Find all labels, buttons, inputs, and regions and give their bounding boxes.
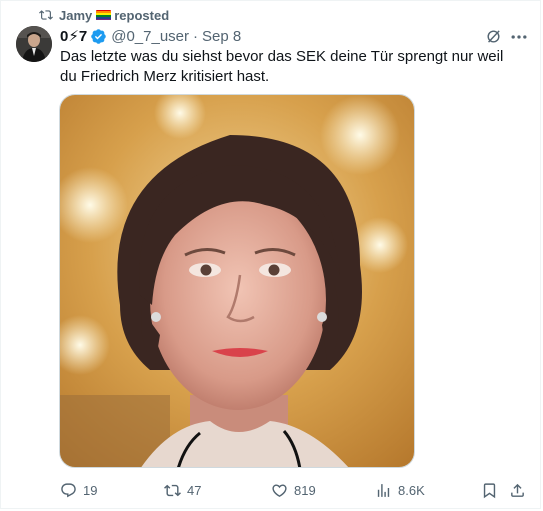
reply-icon (61, 482, 76, 497)
views-chart-icon (377, 483, 390, 497)
views-count: 8.6K (398, 482, 425, 498)
tweet-text: Das letzte was du siehst bevor das SEK d… (60, 48, 504, 85)
verified-badge-icon (91, 28, 106, 44)
heart-icon (272, 483, 287, 497)
repost-count: 47 (187, 482, 202, 498)
repost-user-name[interactable]: Jamy (59, 8, 92, 23)
like-count: 819 (294, 482, 316, 498)
avatar[interactable] (16, 26, 52, 62)
repost-label: reposted (114, 7, 170, 23)
reply-count: 19 (83, 482, 98, 498)
like-button[interactable]: 819 (271, 479, 316, 501)
repost-icon (39, 10, 53, 20)
share-button[interactable] (509, 479, 532, 501)
user-handle[interactable]: @0_7_user (111, 28, 189, 45)
post-date[interactable]: Sep 8 (202, 28, 241, 45)
tweet-card[interactable]: Jamy reposted 0⚡7 @0_7_user · Sep 8 Das … (0, 0, 541, 509)
repost-button[interactable]: 47 (164, 479, 201, 501)
tweet-image[interactable] (59, 94, 415, 468)
reply-button[interactable]: 19 (60, 479, 97, 501)
rainbow-flag-icon (96, 9, 112, 21)
repost-context: Jamy reposted (39, 7, 170, 23)
action-bar: 19 47 819 8.6K (60, 479, 530, 501)
separator: · (193, 27, 198, 45)
display-name[interactable]: 0⚡7 (60, 27, 87, 45)
grok-icon[interactable] (485, 28, 502, 45)
more-options-icon[interactable] (509, 27, 529, 47)
views-button[interactable]: 8.6K (375, 479, 425, 501)
share-icon (511, 483, 524, 497)
tweet-header: 0⚡7 @0_7_user · Sep 8 (60, 26, 241, 46)
repost-icon (164, 484, 181, 496)
bookmark-button[interactable] (481, 479, 504, 501)
bookmark-icon (483, 482, 496, 498)
